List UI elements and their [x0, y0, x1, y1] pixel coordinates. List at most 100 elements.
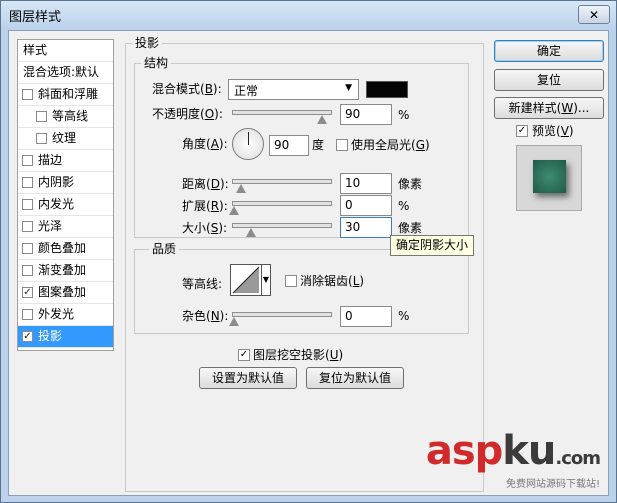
- blend-mode-select[interactable]: 正常 ▼: [228, 79, 359, 100]
- opacity-input[interactable]: 90: [340, 104, 392, 125]
- sidebar-item-contour[interactable]: 等高线: [18, 106, 113, 128]
- sidebar-item-bevel-emboss[interactable]: 斜面和浮雕: [18, 84, 113, 106]
- global-light-checkbox[interactable]: [336, 139, 348, 151]
- angle-unit: 度: [312, 138, 325, 152]
- close-icon[interactable]: ✕: [578, 5, 610, 24]
- styles-header[interactable]: 样式: [18, 40, 113, 62]
- preview-checkbox[interactable]: ✓: [516, 125, 528, 137]
- reset-button[interactable]: 复位: [494, 69, 604, 91]
- layer-knocks-out-label: 图层挖空投影(U): [253, 348, 344, 362]
- texture-checkbox[interactable]: [36, 133, 47, 144]
- satin-checkbox[interactable]: [22, 221, 33, 232]
- sidebar-item-stroke[interactable]: 描边: [18, 150, 113, 172]
- angle-label: 角度(A):: [182, 137, 228, 151]
- ok-button[interactable]: 确定: [494, 40, 604, 62]
- gradient-overlay-checkbox[interactable]: [22, 265, 33, 276]
- size-input[interactable]: 30: [340, 217, 392, 238]
- noise-input[interactable]: 0: [340, 306, 392, 327]
- size-unit: 像素: [398, 221, 423, 235]
- sidebar-item-label: 颜色叠加: [38, 241, 87, 255]
- distance-label: 距离(D):: [182, 177, 229, 191]
- size-slider-thumb[interactable]: [246, 228, 256, 237]
- stroke-checkbox[interactable]: [22, 155, 33, 166]
- contour-curve-icon: [232, 266, 260, 294]
- distance-unit: 像素: [398, 177, 423, 191]
- distance-slider-track[interactable]: [232, 179, 332, 184]
- inner-shadow-checkbox[interactable]: [22, 177, 33, 188]
- sidebar-item-color-overlay[interactable]: 颜色叠加: [18, 238, 113, 260]
- distance-input[interactable]: 10: [340, 173, 392, 194]
- quality-group: 品质 等高线: ▼ 消除锯齿(L) 杂色(N): 0 %: [134, 242, 469, 334]
- outer-glow-checkbox[interactable]: [22, 309, 33, 320]
- contour-checkbox[interactable]: [36, 111, 47, 122]
- sidebar-item-drop-shadow[interactable]: ✓ 投影: [18, 326, 113, 348]
- anti-alias-checkbox[interactable]: [285, 275, 297, 287]
- section-title: 投影: [132, 36, 163, 50]
- spread-slider-thumb[interactable]: [229, 206, 239, 215]
- sidebar-item-outer-glow[interactable]: 外发光: [18, 304, 113, 326]
- noise-label: 杂色(N):: [182, 309, 229, 323]
- noise-slider-thumb[interactable]: [229, 317, 239, 326]
- style-preview: [516, 145, 582, 211]
- blend-mode-label: 混合模式(B):: [152, 82, 222, 96]
- sidebar-item-label: 图案叠加: [38, 285, 87, 299]
- distance-slider-thumb[interactable]: [236, 184, 246, 193]
- sidebar-item-label: 外发光: [38, 307, 75, 321]
- sidebar-item-label: 渐变叠加: [38, 263, 87, 277]
- spread-slider-track[interactable]: [232, 201, 332, 206]
- contour-dropdown-chevron-icon[interactable]: ▼: [261, 264, 271, 296]
- preview-label: 预览(V): [532, 124, 574, 138]
- opacity-slider-thumb[interactable]: [317, 115, 327, 124]
- styles-header-label: 样式: [23, 43, 48, 57]
- spread-unit: %: [398, 199, 410, 213]
- watermark-logo: aspku.com 免费网站源码下载站!: [425, 428, 601, 490]
- drop-shadow-checkbox[interactable]: ✓: [22, 331, 33, 342]
- contour-label: 等高线:: [182, 277, 223, 291]
- sidebar-item-label: 内发光: [38, 197, 75, 211]
- angle-input[interactable]: 90: [269, 135, 309, 156]
- angle-dial[interactable]: [232, 128, 264, 160]
- blend-options-label: 混合选项:默认: [23, 65, 100, 79]
- size-label: 大小(S):: [182, 221, 228, 235]
- sidebar-item-texture[interactable]: 纹理: [18, 128, 113, 150]
- chevron-down-icon: ▼: [345, 83, 352, 93]
- blend-mode-value: 正常: [234, 84, 259, 98]
- color-overlay-checkbox[interactable]: [22, 243, 33, 254]
- dialog-body: 样式 混合选项:默认 斜面和浮雕 等高线 纹理 描边 内阴影 内发光 光泽 颜色…: [8, 30, 609, 496]
- sidebar-item-label: 描边: [38, 153, 63, 167]
- spread-label: 扩展(R):: [182, 199, 228, 213]
- bevel-emboss-checkbox[interactable]: [22, 89, 33, 100]
- inner-glow-checkbox[interactable]: [22, 199, 33, 210]
- noise-unit: %: [398, 309, 410, 323]
- opacity-unit: %: [398, 108, 410, 122]
- sidebar-item-label: 纹理: [52, 131, 77, 145]
- sidebar-item-gradient-overlay[interactable]: 渐变叠加: [18, 260, 113, 282]
- sidebar-item-inner-glow[interactable]: 内发光: [18, 194, 113, 216]
- sidebar-item-label: 等高线: [52, 109, 89, 123]
- reset-default-button[interactable]: 复位为默认值: [306, 367, 404, 389]
- global-light-label: 使用全局光(G): [351, 138, 430, 152]
- noise-slider-track[interactable]: [232, 312, 332, 317]
- quality-title: 品质: [149, 242, 180, 256]
- spread-input[interactable]: 0: [340, 195, 392, 216]
- structure-title: 结构: [141, 56, 172, 70]
- angle-dial-needle: [248, 132, 249, 145]
- sidebar-item-label: 投影: [38, 329, 63, 343]
- sidebar-item-satin[interactable]: 光泽: [18, 216, 113, 238]
- new-style-button[interactable]: 新建样式(W)...: [494, 97, 604, 119]
- sidebar-item-label: 光泽: [38, 219, 63, 233]
- make-default-button[interactable]: 设置为默认值: [199, 367, 297, 389]
- layer-knocks-out-checkbox[interactable]: ✓: [238, 349, 250, 361]
- sidebar-item-label: 斜面和浮雕: [38, 87, 99, 101]
- sidebar-item-inner-shadow[interactable]: 内阴影: [18, 172, 113, 194]
- contour-picker[interactable]: [230, 264, 262, 296]
- pattern-overlay-checkbox[interactable]: ✓: [22, 287, 33, 298]
- sidebar-item-pattern-overlay[interactable]: ✓ 图案叠加: [18, 282, 113, 304]
- title-bar: 图层样式 ✕: [1, 1, 616, 28]
- blend-options-item[interactable]: 混合选项:默认: [18, 62, 113, 84]
- sidebar-item-label: 内阴影: [38, 175, 75, 189]
- styles-list: 样式 混合选项:默认 斜面和浮雕 等高线 纹理 描边 内阴影 内发光 光泽 颜色…: [17, 39, 114, 351]
- preview-thumbnail: [533, 160, 566, 193]
- layer-style-dialog: 图层样式 ✕ 样式 混合选项:默认 斜面和浮雕 等高线 纹理 描边 内阴影 内发…: [0, 0, 617, 503]
- shadow-color-swatch[interactable]: [366, 81, 408, 98]
